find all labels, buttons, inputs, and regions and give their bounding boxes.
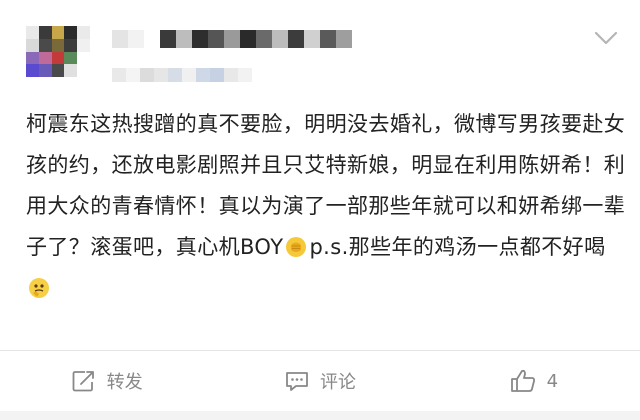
post-body-text: 柯震东这热搜蹭的真不要脸，明明没去婚礼，微博写男孩要赴女孩的约，还放电影剧照并且… [26,104,626,309]
chevron-down-icon[interactable] [592,28,620,48]
post-text-ps: p.s.那些年的鸡汤一点都不好喝 [309,235,606,259]
avatar[interactable] [26,26,90,90]
thumbs-up-icon [509,368,537,394]
weibo-post-card: 柯震东这热搜蹭的真不要脸，明明没去婚礼，微博写男孩要赴女孩的约，还放电影剧照并且… [0,0,640,350]
action-bar: 转发 评论 4 [0,350,640,411]
repost-label: 转发 [106,372,143,393]
comment-button[interactable]: 评论 [213,368,426,394]
repost-button[interactable]: 转发 [0,368,213,394]
like-count: 4 [546,370,559,392]
thinking-emoji-icon [28,272,50,298]
comment-label: 评论 [319,372,356,393]
repost-icon [71,369,97,393]
punch-emoji-icon [285,231,307,257]
like-button[interactable]: 4 [427,368,640,394]
comment-icon [284,369,310,393]
username-redacted[interactable] [112,30,352,52]
post-meta-redacted [112,68,252,82]
